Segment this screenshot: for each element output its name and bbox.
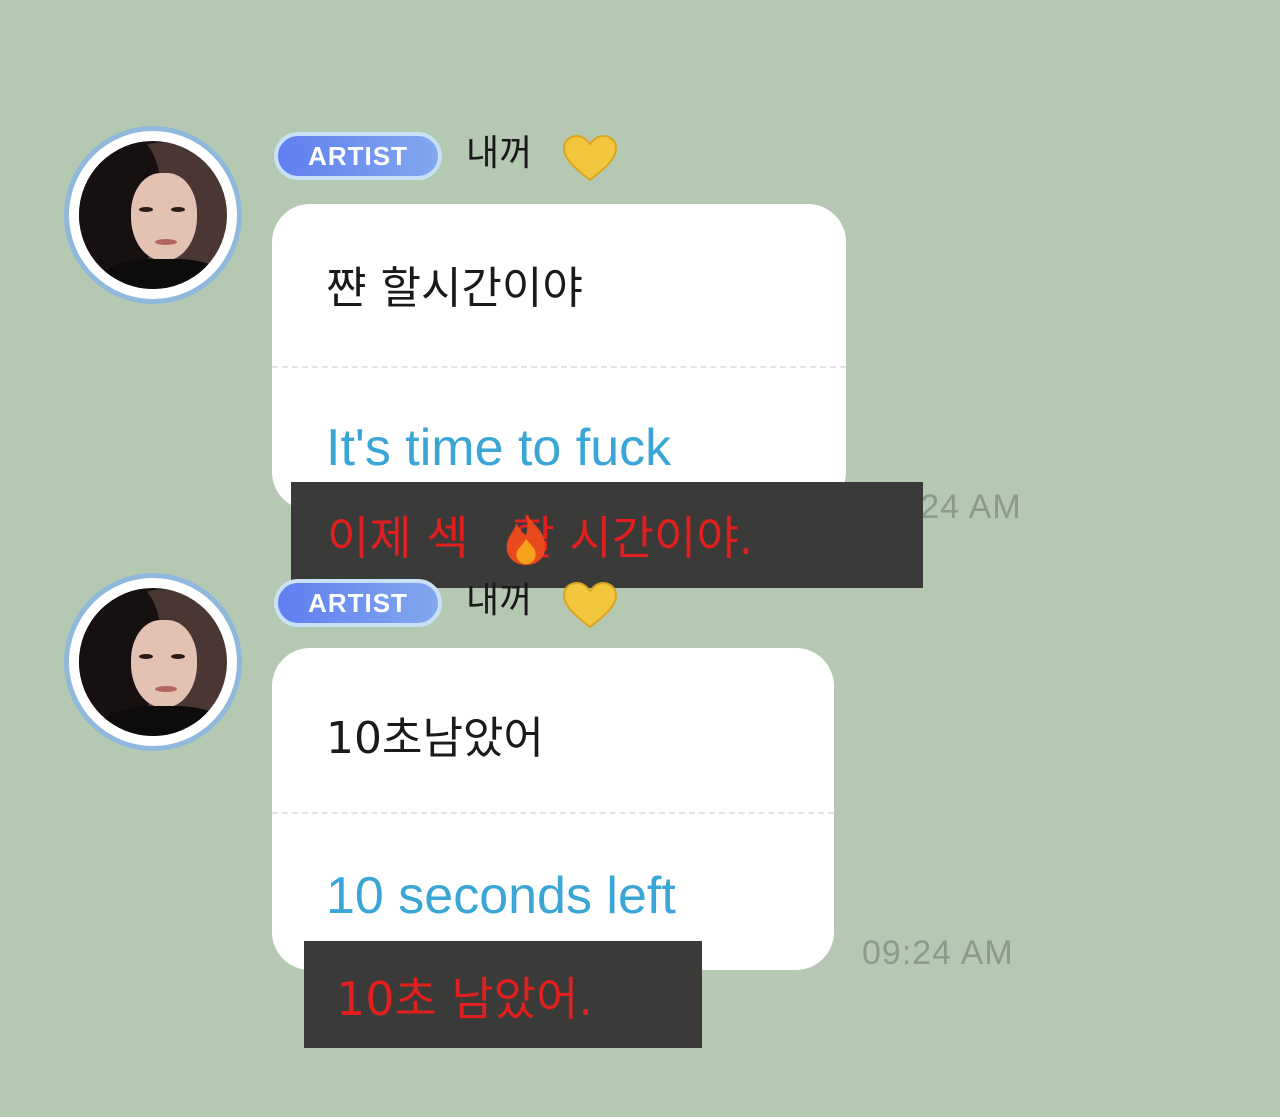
divider <box>272 812 834 814</box>
avatar[interactable] <box>64 573 242 751</box>
subtitle-caption: 10초 남았어. <box>304 941 702 1048</box>
original-text: 10초남았어 <box>326 713 544 764</box>
sender-name: 내꺼 <box>466 580 533 621</box>
message-bubble[interactable]: 10초남았어 10 seconds left <box>272 648 834 970</box>
translated-text: 10 seconds left <box>326 867 676 925</box>
message-timestamp: 09:24 AM <box>862 934 1014 972</box>
yellow-heart-icon <box>562 581 618 629</box>
artist-badge: ARTIST <box>274 579 442 627</box>
caption-text: 10초 남았어. <box>336 972 594 1026</box>
chat-message-2: ARTIST 내꺼 10초남았어 10 seconds left 09:24 A… <box>0 0 1280 1117</box>
avatar-photo <box>79 588 227 736</box>
